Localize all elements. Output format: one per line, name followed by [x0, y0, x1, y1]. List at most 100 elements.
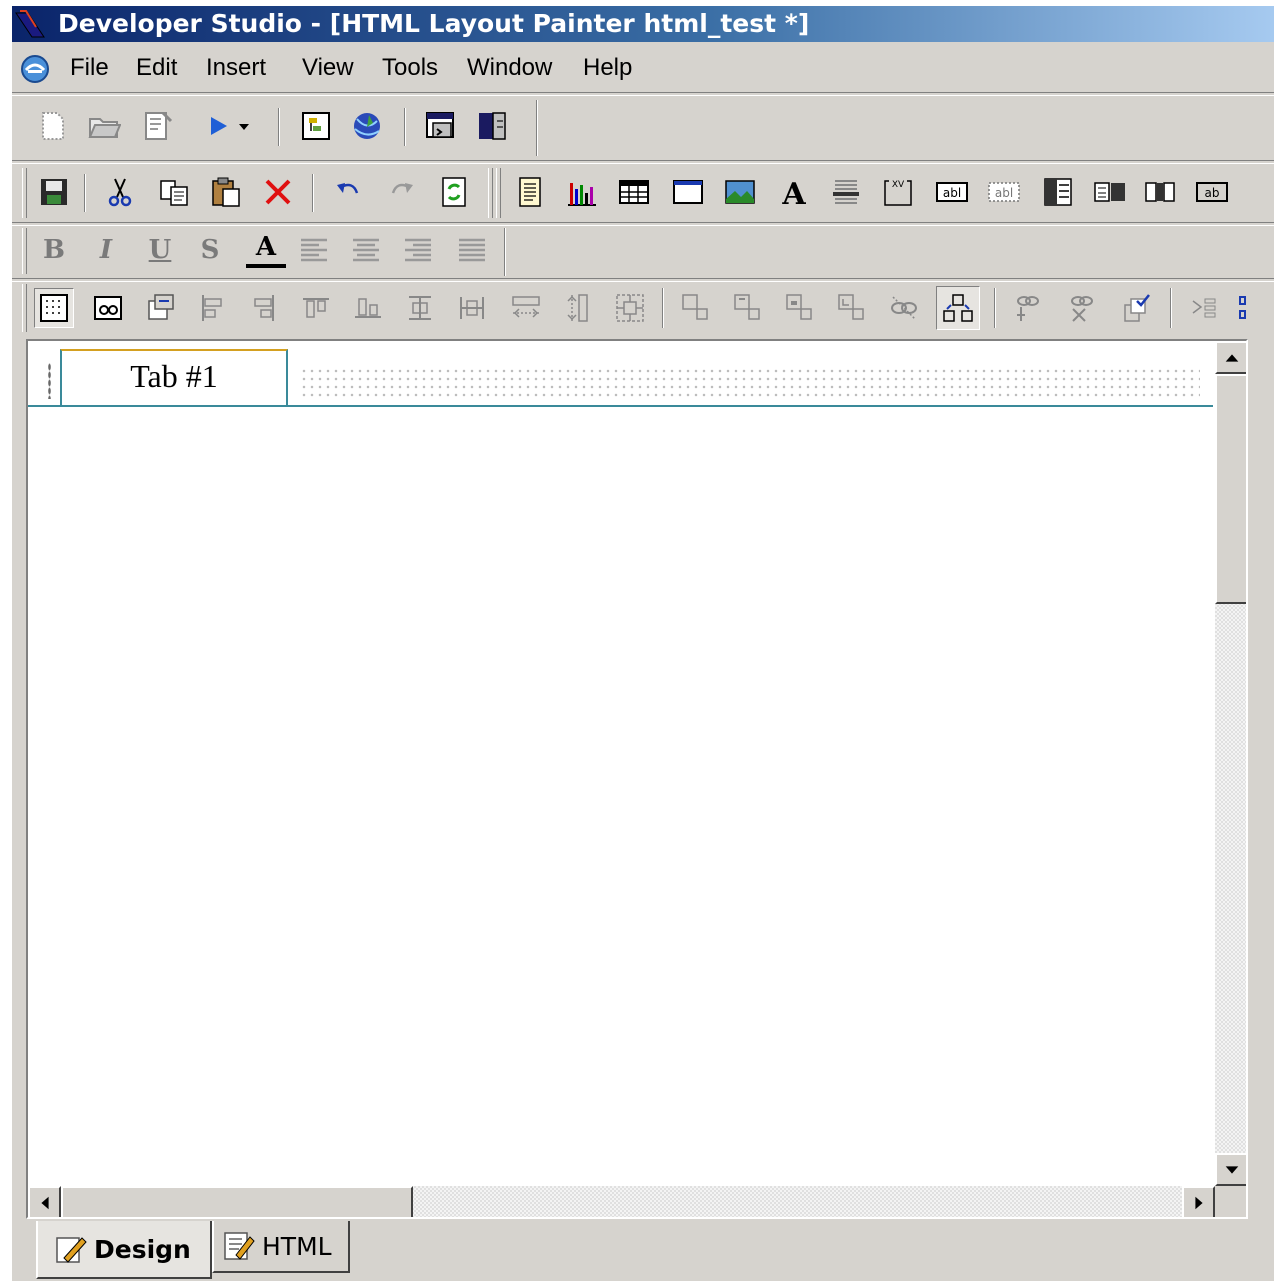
align-right-icon[interactable] — [398, 230, 438, 270]
button-group-icon[interactable] — [1140, 172, 1180, 212]
size-to-fit-icon[interactable] — [832, 288, 872, 328]
same-width-icon[interactable] — [676, 288, 716, 328]
window-icon[interactable] — [420, 106, 460, 146]
dropdown-arrow-icon[interactable] — [234, 106, 254, 146]
toolbar-overflow-icon[interactable] — [1232, 288, 1256, 328]
undo-icon[interactable] — [328, 172, 368, 212]
scroll-right-button[interactable] — [1182, 1186, 1215, 1217]
chart-icon[interactable] — [562, 172, 602, 212]
grid-icon[interactable] — [34, 288, 74, 328]
properties-icon[interactable] — [138, 106, 178, 146]
edit-toolbar: A XV abl abl ab — [12, 164, 1274, 222]
empty-tab-area — [300, 367, 1200, 399]
resize-controls-icon[interactable] — [936, 286, 980, 330]
italic-button[interactable]: I — [86, 230, 126, 270]
svg-text:A: A — [781, 177, 806, 209]
separator — [536, 100, 538, 156]
delete-icon[interactable] — [258, 172, 298, 212]
link-controls-icon[interactable] — [884, 288, 924, 328]
tab-html[interactable]: HTML — [212, 1221, 350, 1273]
strikethrough-button[interactable]: S — [190, 230, 230, 270]
toolbar-grip[interactable] — [22, 168, 27, 218]
paste-icon[interactable] — [206, 172, 246, 212]
text-icon[interactable]: A — [774, 172, 814, 212]
center-horizontal-icon[interactable] — [452, 288, 492, 328]
open-folder-icon[interactable] — [84, 106, 124, 146]
new-file-icon[interactable] — [32, 106, 72, 146]
split-window-icon[interactable] — [472, 106, 512, 146]
procedure-viewer-icon[interactable] — [296, 106, 336, 146]
save-icon[interactable] — [34, 172, 74, 212]
align-lefts-icon[interactable] — [192, 288, 232, 328]
separator — [994, 288, 996, 328]
hierarchy-icon[interactable] — [1184, 288, 1224, 328]
toolbar-grip[interactable] — [488, 168, 493, 218]
scroll-down-button[interactable] — [1215, 1153, 1246, 1186]
align-tops-icon[interactable] — [296, 288, 336, 328]
horizontal-scrollbar[interactable] — [28, 1186, 1215, 1217]
refresh-icon[interactable] — [434, 172, 474, 212]
document-icon[interactable] — [18, 52, 52, 86]
frame-icon[interactable] — [668, 172, 708, 212]
toolbar-grip[interactable] — [22, 228, 27, 274]
bold-button[interactable]: B — [34, 230, 74, 270]
tab-1[interactable]: Tab #1 — [60, 349, 288, 405]
web-browser-icon[interactable] — [346, 106, 386, 146]
check-properties-icon[interactable] — [1116, 288, 1156, 328]
scroll-left-button[interactable] — [28, 1186, 61, 1217]
center-in-form-icon[interactable] — [610, 288, 650, 328]
vertical-scroll-thumb[interactable] — [1215, 374, 1246, 604]
menu-edit[interactable]: Edit — [136, 46, 177, 90]
separator — [404, 108, 406, 146]
unlink-icon[interactable] — [1062, 288, 1102, 328]
justify-icon[interactable] — [452, 230, 492, 270]
app-icon — [15, 10, 45, 38]
center-vertical-icon[interactable] — [400, 288, 440, 328]
menu-view[interactable]: View — [302, 46, 354, 90]
horizontal-scroll-thumb[interactable] — [61, 1186, 413, 1217]
toolbar-grip[interactable] — [22, 284, 27, 332]
table-icon[interactable] — [614, 172, 654, 212]
menu-file[interactable]: File — [70, 46, 109, 90]
text-area-icon[interactable]: abl — [984, 172, 1024, 212]
font-color-button[interactable]: A — [246, 230, 286, 268]
group-box-icon[interactable]: XV — [878, 172, 918, 212]
same-size-icon[interactable] — [780, 288, 820, 328]
edit-box-icon[interactable]: abl — [932, 172, 972, 212]
toolbar-grip[interactable] — [496, 168, 501, 218]
scroll-up-button[interactable] — [1215, 341, 1246, 374]
format-toolbar: B I U S A — [12, 224, 1274, 278]
same-height-icon[interactable] — [728, 288, 768, 328]
copy-icon[interactable] — [154, 172, 194, 212]
align-left-icon[interactable] — [294, 230, 334, 270]
align-center-icon[interactable] — [346, 230, 386, 270]
space-across-icon[interactable] — [506, 288, 546, 328]
vertical-scrollbar[interactable] — [1215, 341, 1246, 1186]
align-rights-icon[interactable] — [244, 288, 284, 328]
underline-button[interactable]: U — [140, 230, 180, 270]
button-icon[interactable]: ab — [1192, 172, 1232, 212]
chain-link-icon[interactable] — [1008, 288, 1048, 328]
run-icon[interactable] — [198, 106, 238, 146]
tab-strip-handle[interactable] — [48, 363, 51, 399]
menu-help[interactable]: Help — [583, 46, 632, 90]
layout-canvas[interactable]: Tab #1 — [26, 339, 1248, 1219]
align-bottoms-icon[interactable] — [348, 288, 388, 328]
tab-html-label: HTML — [262, 1231, 332, 1261]
separator — [84, 174, 86, 212]
preview-icon[interactable] — [88, 288, 128, 328]
listbox-icon[interactable] — [1038, 172, 1078, 212]
space-down-icon[interactable] — [558, 288, 598, 328]
title-bar[interactable]: Developer Studio - [HTML Layout Painter … — [12, 6, 1274, 42]
menu-insert[interactable]: Insert — [206, 46, 266, 90]
report-icon[interactable] — [510, 172, 550, 212]
menu-tools[interactable]: Tools — [382, 46, 438, 90]
list-icon[interactable] — [826, 172, 866, 212]
image-icon[interactable] — [720, 172, 760, 212]
tab-design[interactable]: Design — [36, 1221, 212, 1279]
redo-icon[interactable] — [382, 172, 422, 212]
tab-order-icon[interactable] — [140, 288, 180, 328]
cut-icon[interactable] — [100, 172, 140, 212]
menu-window[interactable]: Window — [467, 46, 552, 90]
double-list-icon[interactable] — [1090, 172, 1130, 212]
